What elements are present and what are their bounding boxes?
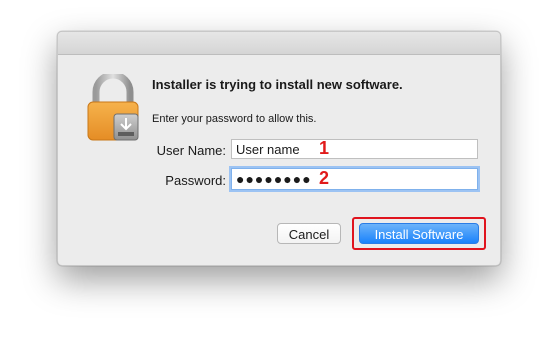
annotation-marker-1: 1 <box>319 138 330 158</box>
password-label: Password: <box>165 173 226 188</box>
dialog-heading: Installer is trying to install new softw… <box>152 77 403 92</box>
dialog-titlebar <box>58 32 500 55</box>
annotation-highlight-box <box>352 217 486 250</box>
dialog-subtext: Enter your password to allow this. <box>152 113 317 125</box>
annotation-marker-2: 2 <box>319 168 330 188</box>
screenshot-canvas: Installer is trying to install new softw… <box>0 0 555 344</box>
username-label: User Name: <box>156 143 226 158</box>
auth-dialog: Installer is trying to install new softw… <box>57 31 501 266</box>
cancel-button[interactable]: Cancel <box>277 223 341 244</box>
password-field[interactable]: ●●●●●●●● <box>231 168 478 190</box>
username-field[interactable]: User name <box>231 139 478 159</box>
lock-icon <box>87 74 139 141</box>
